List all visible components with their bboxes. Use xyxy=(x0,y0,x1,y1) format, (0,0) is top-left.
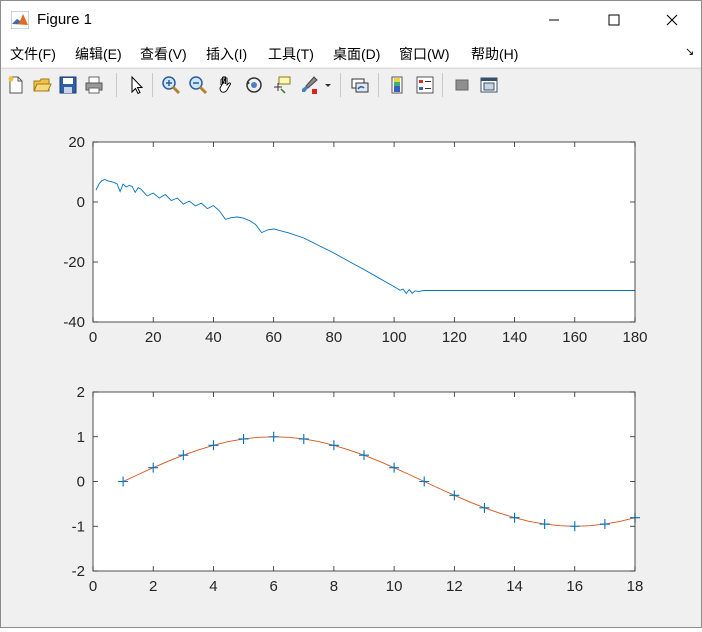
menu-help[interactable]: 帮助(H) xyxy=(471,44,518,64)
rotate-3d-icon[interactable] xyxy=(244,75,264,95)
menu-file[interactable]: 文件(F) xyxy=(10,44,56,64)
pan-hand-icon[interactable] xyxy=(216,75,236,95)
open-file-icon[interactable] xyxy=(32,75,52,95)
axes-2-y-tick-label: -2 xyxy=(72,563,85,580)
zoom-in-icon[interactable] xyxy=(161,75,181,95)
maximize-button[interactable] xyxy=(591,1,637,39)
axes-1-x-tick-label: 160 xyxy=(562,329,587,346)
close-icon xyxy=(666,14,678,26)
axes-2-x-tick-label: 10 xyxy=(386,578,403,595)
axes-1-x-tick-label: 80 xyxy=(326,329,343,346)
minimize-icon xyxy=(549,19,559,21)
axes-2-plot-area[interactable] xyxy=(93,392,635,571)
menu-tools[interactable]: 工具(T) xyxy=(268,44,314,64)
axes-1-x-tick-label: 180 xyxy=(622,329,647,346)
axes-1-x-tick-label: 120 xyxy=(442,329,467,346)
toolbar-separator xyxy=(152,73,153,97)
menu-bar: 文件(F) 编辑(E) 查看(V) 插入(I) 工具(T) 桌面(D) 窗口(W… xyxy=(1,39,701,67)
axes-1-x-tick-label: 20 xyxy=(145,329,162,346)
axes-1-x-tick-label: 0 xyxy=(89,329,97,346)
axes-2-y-tick-label: 2 xyxy=(77,384,85,401)
axes-1-x-tick-label: 40 xyxy=(205,329,222,346)
axes-2-y-tick-label: 1 xyxy=(77,429,85,446)
brush-dropdown-icon[interactable] xyxy=(323,75,333,95)
axes-1-y-tick-label: 20 xyxy=(68,134,85,151)
figure-toolbar xyxy=(1,68,701,103)
axes-1-x-tick-label: 60 xyxy=(265,329,282,346)
figure-window: Figure 1 文件(F) 编辑(E) 查看(V) 插入(I) 工具(T) 桌… xyxy=(0,0,702,628)
toolbar-separator xyxy=(116,73,117,97)
menu-desktop[interactable]: 桌面(D) xyxy=(333,44,380,64)
window-title: Figure 1 xyxy=(37,11,93,28)
axes-2-x-tick-label: 14 xyxy=(506,578,523,595)
axes-2-x-tick-label: 12 xyxy=(446,578,463,595)
show-plot-tools-icon[interactable] xyxy=(479,75,499,95)
axes-2-x-tick-label: 6 xyxy=(269,578,277,595)
axes-2-x-tick-label: 18 xyxy=(627,578,644,595)
plot-canvas: 0 20 40 60 80 100 120 140 160 180-40-200200 2 4 6 8 10… xyxy=(63,134,647,595)
menu-window[interactable]: 窗口(W) xyxy=(399,44,450,64)
figure-canvas: 0 20 40 60 80 100 120 140 160 180 -40 -20 0 20 0 2 4 6 8 10… xyxy=(1,102,701,627)
axes-1-x-tick-label: 100 xyxy=(382,329,407,346)
data-cursor-icon[interactable] xyxy=(272,75,292,95)
axes-1-plot-area[interactable] xyxy=(93,142,635,322)
pointer-icon[interactable] xyxy=(126,75,146,95)
axes-1-y-tick-label: 0 xyxy=(77,194,85,211)
menu-edit[interactable]: 编辑(E) xyxy=(75,44,122,64)
brush-icon[interactable] xyxy=(299,75,319,95)
toolbar-separator xyxy=(340,73,341,97)
save-icon[interactable] xyxy=(58,75,78,95)
axes-2-x-tick-label: 8 xyxy=(330,578,338,595)
menu-view[interactable]: 查看(V) xyxy=(140,44,187,64)
print-icon[interactable] xyxy=(84,75,104,95)
toolbar-separator xyxy=(378,73,379,97)
axes-2-y-tick-label: 0 xyxy=(77,474,85,491)
menu-insert[interactable]: 插入(I) xyxy=(206,44,247,64)
axes-2-x-tick-label: 2 xyxy=(149,578,157,595)
link-plot-icon[interactable] xyxy=(350,75,370,95)
axes-2-x-tick-label: 4 xyxy=(209,578,217,595)
minimize-button[interactable] xyxy=(531,1,577,39)
title-bar[interactable]: Figure 1 xyxy=(1,1,701,39)
colorbar-icon[interactable] xyxy=(387,75,407,95)
axes-1-x-tick-label: 140 xyxy=(502,329,527,346)
axes-2-y-tick-label: -1 xyxy=(72,518,85,535)
toolbar-separator xyxy=(442,73,443,97)
close-button[interactable] xyxy=(649,1,695,39)
axes-2-x-tick-label: 16 xyxy=(566,578,583,595)
legend-icon[interactable] xyxy=(415,75,435,95)
hide-plot-tools-icon[interactable] xyxy=(452,75,472,95)
dock-figure-icon[interactable]: ↘ xyxy=(685,45,694,58)
zoom-out-icon[interactable] xyxy=(188,75,208,95)
maximize-icon xyxy=(608,14,620,26)
new-figure-icon[interactable] xyxy=(6,75,26,95)
matlab-icon xyxy=(11,11,29,29)
axes-1-y-tick-label: -40 xyxy=(63,314,85,331)
axes-1-y-tick-label: -20 xyxy=(63,254,85,271)
axes-2-x-tick-label: 0 xyxy=(89,578,97,595)
